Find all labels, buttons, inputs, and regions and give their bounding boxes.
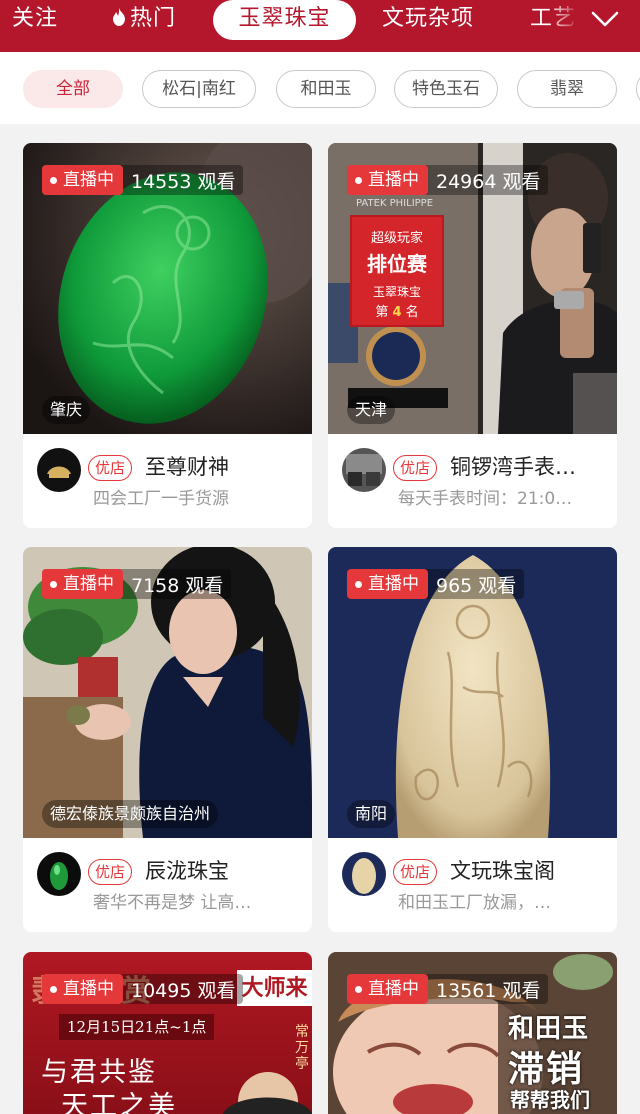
live-cover-image[interactable]: PATEK PHILIPPE 超级玩家 排位赛 玉翠珠宝 第 4 名 直播中 2… — [328, 143, 617, 434]
live-cover-image[interactable]: 翡翠大赏 大师来 12月15日21点~1点 与君共鉴 天工之美 常万亭 直播中 … — [23, 952, 312, 1114]
nav-fade — [548, 0, 588, 40]
nav-tab-following[interactable]: 关注 — [12, 0, 58, 40]
rank-banner-line2: 排位赛 — [367, 252, 427, 276]
premium-shop-badge: 优店 — [393, 455, 438, 481]
shop-name[interactable]: 铜锣湾手表… — [450, 449, 610, 485]
shop-name[interactable]: 辰泷珠宝 — [145, 853, 305, 889]
live-card[interactable]: 直播中 965 观看 南阳 优店 文玩珠宝阁 和田玉工厂放漏，… — [328, 547, 617, 932]
premium-shop-badge: 优店 — [393, 859, 438, 885]
rank-banner-line1: 超级玩家 — [370, 231, 423, 246]
live-card[interactable]: PATEK PHILIPPE 超级玩家 排位赛 玉翠珠宝 第 4 名 直播中 2… — [328, 143, 617, 528]
shop-description: 每天手表时间：21:0… — [398, 489, 573, 509]
viewer-count: 13561 观看 — [436, 979, 541, 1002]
rank-banner-rank: 第 4 名 — [375, 305, 419, 320]
location-tag: 天津 — [347, 396, 396, 424]
viewer-count: 14553 观看 — [131, 170, 236, 193]
live-badge: 直播中 14553 观看 — [42, 165, 244, 195]
poster-badge: 大师来 — [237, 970, 312, 1006]
shop-description: 四会工厂一手货源 — [93, 489, 229, 509]
shop-description: 奢华不再是梦 让高… — [93, 893, 252, 913]
live-label: 直播中 — [63, 574, 114, 594]
category-nav-bar: 关注 热门 玉翠珠宝 文玩杂项 工艺 — [0, 0, 640, 52]
live-label: 直播中 — [63, 979, 114, 999]
poster-date: 12月15日21点~1点 — [59, 1014, 215, 1040]
live-dot-icon — [355, 985, 362, 993]
brand-sign: PATEK PHILIPPE — [356, 198, 434, 209]
live-card[interactable]: 直播中 7158 观看 德宏傣族景颇族自治州 优店 辰泷珠宝 奢华不再是梦 让高… — [23, 547, 312, 932]
viewer-count: 24964 观看 — [436, 170, 541, 193]
live-card[interactable]: 和田玉 滞销 帮帮我们 直播中 13561 观看 — [328, 952, 617, 1114]
premium-shop-badge: 优店 — [88, 455, 133, 481]
fire-icon — [113, 8, 125, 26]
shop-description: 和田玉工厂放漏，… — [398, 893, 551, 913]
live-cover-image[interactable]: 直播中 7158 观看 德宏傣族景颇族自治州 — [23, 547, 312, 838]
poster-line3: 帮帮我们 — [510, 1088, 590, 1112]
chevron-down-icon[interactable] — [590, 8, 620, 30]
poster-side-text: 常万亭 — [295, 1024, 309, 1072]
shop-avatar[interactable] — [37, 448, 81, 492]
filter-chip-special-gems[interactable]: 特色玉石 — [394, 70, 498, 108]
live-label: 直播中 — [368, 574, 419, 594]
live-cover-image[interactable]: 直播中 14553 观看 肇庆 — [23, 143, 312, 434]
filter-bar: 全部 松石|南红 和田玉 特色玉石 翡翠 — [0, 52, 640, 124]
rank-banner-line3: 玉翠珠宝 — [372, 285, 421, 299]
nav-tab-hot-label: 热门 — [130, 6, 177, 31]
live-label: 直播中 — [368, 170, 419, 190]
live-card[interactable]: 直播中 14553 观看 肇庆 优店 至尊财神 四会工厂一手货源 — [23, 143, 312, 528]
location-tag: 南阳 — [347, 800, 396, 828]
live-dot-icon — [355, 580, 362, 588]
live-badge: 直播中 13561 观看 — [347, 974, 549, 1004]
live-dot-icon — [50, 580, 57, 588]
live-label: 直播中 — [368, 979, 419, 999]
filter-chip-turquoise-agate[interactable]: 松石|南红 — [142, 70, 256, 108]
live-cover-image[interactable]: 直播中 965 观看 南阳 — [328, 547, 617, 838]
location-tag: 德宏傣族景颇族自治州 — [42, 800, 219, 828]
live-dot-icon — [355, 176, 362, 184]
live-dot-icon — [50, 985, 57, 993]
nav-tab-hot[interactable]: 热门 — [112, 0, 176, 40]
live-card[interactable]: 翡翠大赏 大师来 12月15日21点~1点 与君共鉴 天工之美 常万亭 直播中 … — [23, 952, 312, 1114]
viewer-count: 965 观看 — [436, 574, 517, 597]
shop-avatar[interactable] — [342, 852, 386, 896]
rank-banner: 超级玩家 排位赛 玉翠珠宝 第 4 名 — [350, 215, 444, 327]
premium-shop-badge: 优店 — [88, 859, 133, 885]
viewer-count: 7158 观看 — [131, 574, 224, 597]
live-cover-image[interactable]: 和田玉 滞销 帮帮我们 直播中 13561 观看 — [328, 952, 617, 1114]
live-badge: 直播中 7158 观看 — [42, 569, 232, 599]
viewer-count: 10495 观看 — [131, 979, 236, 1002]
shop-name[interactable]: 文玩珠宝阁 — [450, 853, 610, 889]
poster-line2: 天工之美 — [61, 1091, 177, 1114]
nav-tab-collectibles[interactable]: 文玩杂项 — [382, 0, 474, 40]
filter-chip-all[interactable]: 全部 — [23, 70, 123, 108]
live-dot-icon — [50, 176, 57, 184]
live-badge: 直播中 965 观看 — [347, 569, 525, 599]
shop-avatar[interactable] — [37, 852, 81, 896]
nav-tab-jade-jewelry[interactable]: 玉翠珠宝 — [213, 0, 356, 40]
filter-chip-more[interactable] — [636, 70, 640, 108]
shop-name[interactable]: 至尊财神 — [145, 449, 305, 485]
live-label: 直播中 — [63, 170, 114, 190]
live-badge: 直播中 10495 观看 — [42, 974, 244, 1004]
location-tag: 肇庆 — [42, 396, 91, 424]
filter-chip-jadeite[interactable]: 翡翠 — [517, 70, 617, 108]
live-badge: 直播中 24964 观看 — [347, 165, 549, 195]
shop-avatar[interactable] — [342, 448, 386, 492]
filter-chip-hetian-jade[interactable]: 和田玉 — [276, 70, 376, 108]
